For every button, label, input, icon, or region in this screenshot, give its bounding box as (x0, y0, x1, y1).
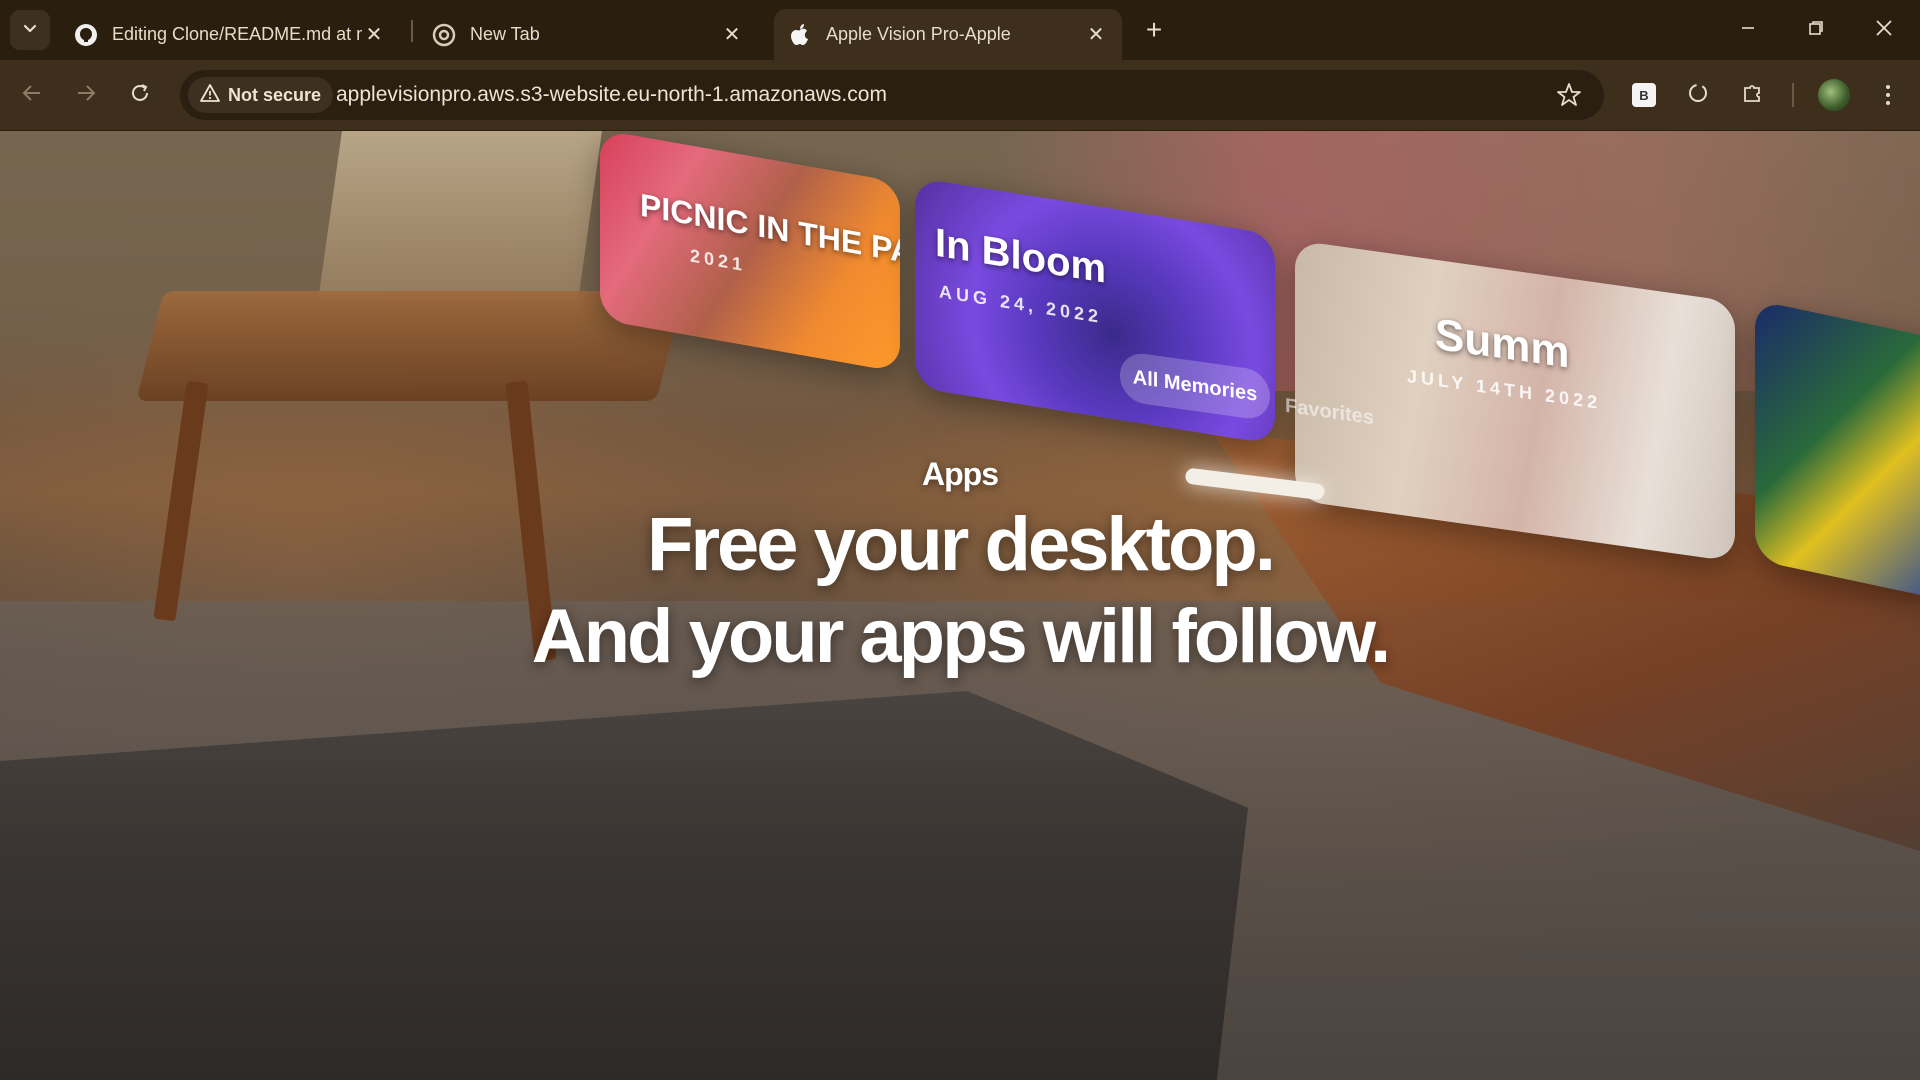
github-icon (74, 23, 98, 47)
tab-separator (411, 20, 413, 42)
tab-title: Apple Vision Pro-Apple (826, 24, 1011, 44)
close-icon[interactable]: ✕ (720, 23, 744, 47)
page-viewport: PICNIC IN THE PARK 2021 In Bloom AUG 24,… (0, 131, 1920, 1080)
warning-icon (200, 83, 220, 107)
section-eyebrow: Apps (922, 456, 999, 492)
browser-toolbar: Not secure applevisionpro.aws.s3-website… (0, 60, 1920, 131)
close-icon[interactable]: ✕ (1084, 23, 1108, 47)
close-icon[interactable]: ✕ (362, 23, 386, 47)
chrome-icon (432, 23, 456, 47)
dot-icon (1886, 93, 1890, 97)
restore-button[interactable] (1796, 14, 1836, 46)
reload-icon (129, 82, 151, 109)
tab-search-button[interactable] (10, 10, 50, 50)
headline-line-1: Free your desktop. (647, 502, 1276, 587)
headline-line-2: And your apps will follow. (531, 594, 1392, 679)
url-text[interactable]: applevisionpro.aws.s3-website.eu-north-1… (336, 70, 887, 120)
dot-icon (1886, 85, 1890, 89)
memory-card-picnic: PICNIC IN THE PARK 2021 (600, 131, 900, 373)
close-icon (1875, 19, 1893, 42)
arrow-left-icon (21, 82, 43, 109)
close-window-button[interactable] (1864, 14, 1904, 46)
extension-b-button[interactable]: B (1628, 79, 1660, 111)
more-menu-button[interactable] (1872, 79, 1904, 111)
bookmark-star-icon[interactable] (1556, 82, 1582, 108)
back-button[interactable] (16, 79, 48, 111)
puzzle-icon (1740, 81, 1764, 110)
tab-strip: Editing Clone/README.md at m ✕ New Tab ✕… (0, 0, 1920, 60)
sync-icon (1686, 81, 1710, 110)
memory-card-title: Summ (1435, 309, 1570, 378)
security-label: Not secure (228, 84, 322, 105)
arrow-right-icon (75, 82, 97, 109)
tab-new-tab[interactable]: New Tab ✕ (418, 9, 758, 60)
address-bar[interactable]: Not secure applevisionpro.aws.s3-website… (180, 70, 1604, 120)
profile-avatar[interactable] (1818, 79, 1850, 111)
tab-title: Editing Clone/README.md at m (112, 24, 362, 44)
minimize-icon (1740, 20, 1756, 41)
hero-headline: Free your desktop. And your apps will fo… (0, 499, 1920, 683)
minimize-button[interactable] (1728, 14, 1768, 46)
memory-card-date: JULY 14TH 2022 (1407, 365, 1602, 414)
extension-sync-button[interactable] (1682, 79, 1714, 111)
extensions-button[interactable] (1736, 79, 1768, 111)
tab-apple-vision-pro[interactable]: Apple Vision Pro-Apple ✕ (774, 9, 1122, 60)
reload-button[interactable] (124, 79, 156, 111)
dot-icon (1886, 101, 1890, 105)
toolbar-divider (1792, 83, 1794, 107)
hero-section: Apps Free your desktop. And your apps wi… (0, 456, 1920, 683)
memory-card-title: PICNIC IN THE PARK (640, 186, 900, 279)
plus-icon: + (1145, 14, 1163, 45)
tab-github-readme[interactable]: Editing Clone/README.md at m ✕ (60, 9, 400, 60)
memory-card-title: In Bloom (935, 220, 1107, 292)
chevron-down-icon (22, 20, 38, 41)
apple-icon (788, 23, 812, 47)
site-security-chip[interactable]: Not secure (188, 77, 334, 113)
forward-button[interactable] (70, 79, 102, 111)
restore-icon (1808, 20, 1824, 41)
memory-card-date: 2021 (690, 245, 747, 276)
new-tab-button[interactable]: + (1138, 14, 1170, 46)
tab-title: New Tab (470, 24, 540, 44)
extension-b-icon: B (1632, 83, 1656, 107)
